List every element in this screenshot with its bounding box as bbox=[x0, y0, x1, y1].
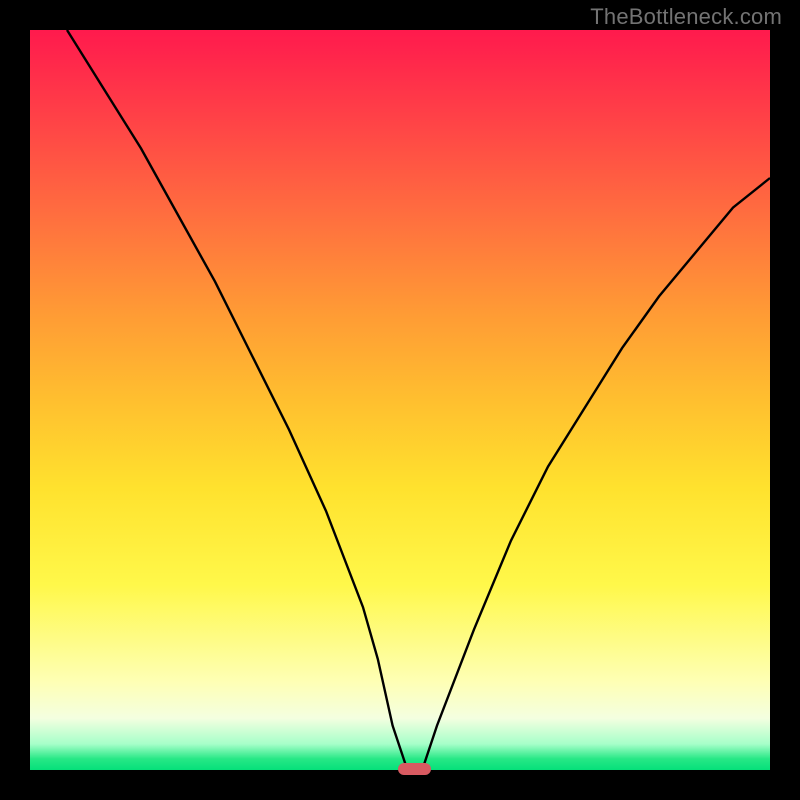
plot-area bbox=[30, 30, 770, 770]
watermark-label: TheBottleneck.com bbox=[590, 4, 782, 30]
optimum-marker bbox=[398, 763, 431, 775]
curve-layer bbox=[30, 30, 770, 770]
chart-frame: TheBottleneck.com bbox=[0, 0, 800, 800]
bottleneck-curve bbox=[67, 30, 770, 770]
